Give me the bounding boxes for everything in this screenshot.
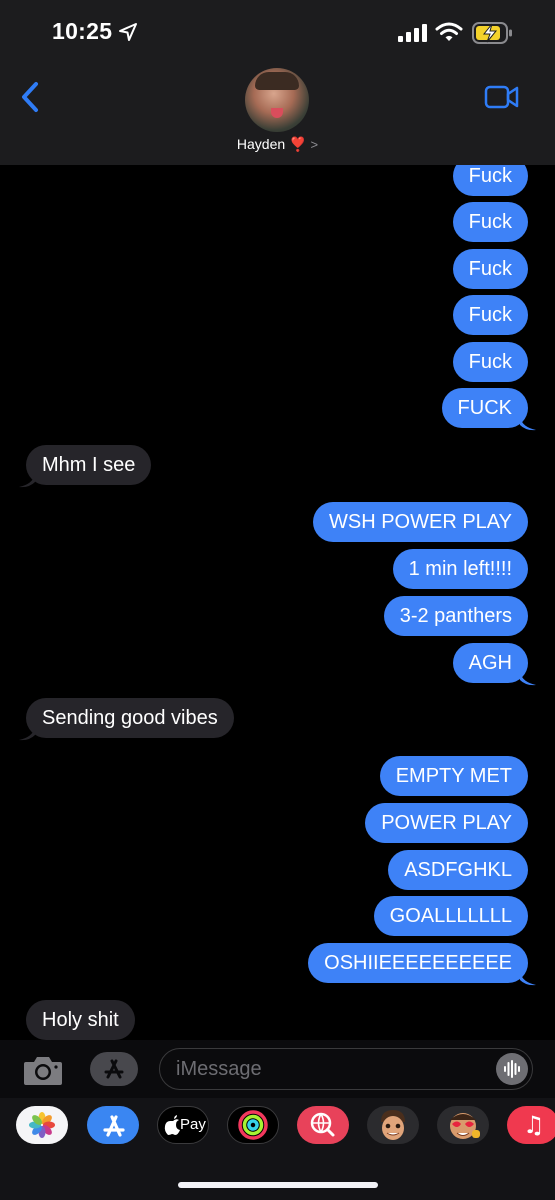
message-text: FUCK	[457, 397, 512, 419]
message-bubble-sent[interactable]: OSHIIEEEEEEEEEE	[308, 943, 528, 983]
message-text: Fuck	[468, 258, 512, 280]
message-text: WSH POWER PLAY	[329, 511, 512, 533]
message-bubble-sent[interactable]: AGH	[452, 643, 528, 683]
music-app[interactable]: ♫	[507, 1106, 555, 1144]
cellular-signal-icon	[398, 24, 427, 42]
apple-pay-app[interactable]: Pay	[157, 1106, 209, 1144]
message-bubble-sent[interactable]: Fuck	[452, 202, 528, 242]
music-icon: ♫	[523, 1111, 545, 1139]
message-bubble-sent[interactable]: WSH POWER PLAY	[313, 502, 528, 542]
back-chevron-icon[interactable]	[18, 80, 44, 114]
message-text: EMPTY MET	[395, 765, 512, 787]
message-text: 3-2 panthers	[399, 605, 512, 627]
bubble-tail	[520, 417, 536, 431]
message-bubble-sent[interactable]: FUCK	[441, 388, 528, 428]
message-thread: Fuck Fuck Fuck Fuck Fuck FUCK Mhm I see …	[0, 165, 555, 1040]
activity-app[interactable]	[227, 1106, 279, 1144]
bubble-tail	[19, 474, 35, 488]
app-store-button[interactable]	[90, 1052, 138, 1086]
message-bubble-sent[interactable]: Fuck	[452, 342, 528, 382]
message-text: Mhm I see	[42, 454, 136, 476]
activity-icon	[238, 1110, 268, 1140]
message-bubble-received[interactable]: Mhm I see	[26, 445, 152, 485]
bubble-tail	[19, 727, 35, 741]
message-text: AGH	[468, 652, 512, 674]
message-bubble-sent[interactable]: Fuck	[452, 295, 528, 335]
bubble-tail	[520, 672, 536, 686]
message-bubble-sent[interactable]: EMPTY MET	[379, 756, 528, 796]
message-text: Fuck	[468, 304, 512, 326]
message-text: Holy shit	[42, 1009, 119, 1031]
message-bubble-received[interactable]: Sending good vibes	[26, 698, 234, 738]
contact-avatar[interactable]	[245, 68, 309, 132]
message-text: POWER PLAY	[381, 812, 512, 834]
memoji-stickers-icon	[450, 1113, 480, 1139]
app-store-icon	[103, 1115, 125, 1137]
memoji-icon	[381, 1110, 405, 1140]
memoji-stickers-app[interactable]	[437, 1106, 489, 1144]
message-text: Sending good vibes	[42, 707, 218, 729]
location-arrow-icon	[119, 23, 137, 41]
message-bubble-received[interactable]: Holy shit	[26, 1000, 135, 1040]
imessage-input[interactable]: iMessage	[159, 1048, 533, 1090]
conversation-header: 10:25 Hayden ❣️ >	[0, 0, 555, 165]
message-text: ASDFGHKL	[404, 859, 512, 881]
facetime-video-icon[interactable]	[484, 84, 520, 110]
status-time: 10:25	[52, 18, 113, 44]
message-bubble-sent[interactable]: Fuck	[452, 249, 528, 289]
message-text: OSHIIEEEEEEEEEE	[324, 952, 512, 974]
battery-charging-icon	[472, 22, 512, 44]
message-bubble-sent[interactable]: GOALLLLLLL	[373, 896, 528, 936]
message-text: 1 min left!!!!	[408, 558, 512, 580]
wifi-icon	[435, 22, 463, 41]
bubble-tail	[520, 972, 536, 986]
chevron-right-icon: >	[310, 137, 319, 152]
imessage-placeholder: iMessage	[176, 1058, 262, 1080]
camera-icon[interactable]	[22, 1053, 64, 1087]
photos-icon	[29, 1112, 55, 1138]
home-indicator[interactable]	[178, 1182, 378, 1188]
compose-bar: iMessage	[0, 1040, 555, 1098]
message-bubble-sent[interactable]: POWER PLAY	[365, 803, 528, 843]
message-text: Fuck	[468, 211, 512, 233]
contact-name: Hayden ❣️	[236, 136, 307, 152]
app-store-icon	[104, 1059, 124, 1079]
message-bubble-sent[interactable]: Fuck	[452, 165, 528, 196]
contact-name-row[interactable]: Hayden ❣️ >	[0, 136, 555, 153]
memoji-app[interactable]	[367, 1106, 419, 1144]
audio-waveform-icon	[504, 1060, 520, 1078]
apple-pay-label: Pay	[180, 1116, 206, 1133]
message-bubble-sent[interactable]: ASDFGHKL	[388, 850, 528, 890]
message-bubble-sent[interactable]: 1 min left!!!!	[392, 549, 528, 589]
message-text: Fuck	[468, 351, 512, 373]
web-search-app[interactable]	[297, 1106, 349, 1144]
app-store-app[interactable]	[87, 1106, 139, 1144]
audio-message-button[interactable]	[496, 1053, 528, 1085]
message-text: Fuck	[468, 165, 512, 187]
photos-app[interactable]	[16, 1106, 68, 1144]
web-search-icon	[310, 1112, 335, 1137]
message-bubble-sent[interactable]: 3-2 panthers	[383, 596, 528, 636]
message-text: GOALLLLLLL	[389, 905, 512, 927]
